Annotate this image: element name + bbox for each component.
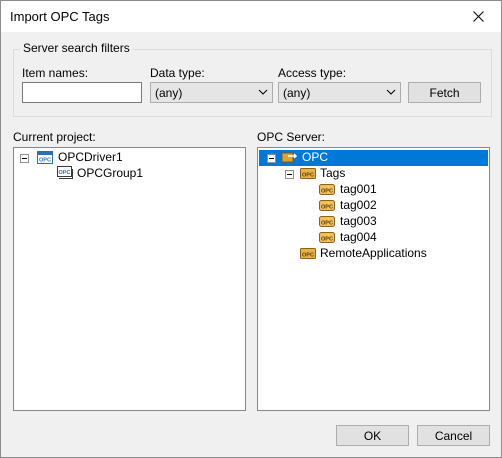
opc-server-label: OPC Server: (257, 130, 326, 144)
node-label: OPCDriver1 (58, 150, 123, 164)
icon-badge-text: OPC (302, 173, 314, 179)
opc-server-icon (281, 152, 297, 163)
data-type-value: (any) (155, 86, 183, 100)
node-label: tag002 (340, 198, 377, 212)
chevron-down-icon (386, 89, 396, 95)
cancel-button[interactable]: Cancel (417, 425, 490, 446)
close-icon (472, 11, 484, 22)
data-type-select[interactable]: (any) (150, 82, 273, 103)
group-label: Server search filters (20, 41, 133, 55)
opc-tag-icon: OPC (319, 216, 335, 227)
node-label: tag003 (340, 214, 377, 228)
node-label: Tags (320, 166, 346, 180)
icon-badge-text: OPC (321, 189, 333, 195)
window-title: Import OPC Tags (10, 9, 110, 24)
opc-group-icon: OPC (57, 166, 73, 179)
opc-tag-icon: OPC (319, 184, 335, 195)
current-project-tree[interactable]: OPC OPCDriver1 OPC OPCGroup1 (13, 147, 246, 411)
node-label: OPCGroup1 (77, 166, 144, 180)
access-type-value: (any) (283, 86, 311, 100)
opc-tag-icon: OPC (319, 232, 335, 243)
fetch-button[interactable]: Fetch (408, 82, 481, 103)
title-bar: Import OPC Tags (1, 1, 501, 32)
access-type-select[interactable]: (any) (278, 82, 401, 103)
opc-server-tree[interactable]: OPC OPC Tags OPC tag001 OPC tag002 OPC t… (257, 147, 490, 411)
close-button[interactable] (455, 1, 501, 32)
opc-driver-icon: OPC (37, 151, 53, 164)
node-label: RemoteApplications (320, 246, 427, 260)
icon-badge-text: OPC (59, 170, 71, 176)
opc-tag-icon: OPC (319, 200, 335, 211)
icon-badge-text: OPC (302, 253, 314, 259)
icon-badge-text: OPC (321, 205, 333, 211)
node-label: tag004 (340, 230, 377, 244)
item-names-label: Item names: (22, 66, 89, 80)
chevron-down-icon (258, 89, 268, 95)
icon-badge-text: OPC (39, 158, 51, 164)
tree-node-opc[interactable]: OPC (258, 150, 489, 166)
access-type-label: Access type: (278, 66, 347, 80)
import-opc-tags-dialog: Import OPC Tags Server search filters It… (0, 0, 502, 458)
item-names-input[interactable] (22, 82, 142, 103)
icon-badge-text: OPC (321, 221, 333, 227)
data-type-label: Data type: (150, 66, 205, 80)
collapse-icon[interactable] (267, 154, 276, 163)
node-label: tag001 (340, 182, 377, 196)
current-project-label: Current project: (13, 130, 96, 144)
opc-folder-icon: OPC (300, 248, 316, 259)
collapse-icon[interactable] (285, 170, 294, 179)
node-label: OPC (302, 150, 329, 164)
opc-folder-icon: OPC (300, 168, 316, 179)
collapse-icon[interactable] (20, 154, 29, 163)
icon-badge-text: OPC (321, 237, 333, 243)
ok-button[interactable]: OK (336, 425, 409, 446)
